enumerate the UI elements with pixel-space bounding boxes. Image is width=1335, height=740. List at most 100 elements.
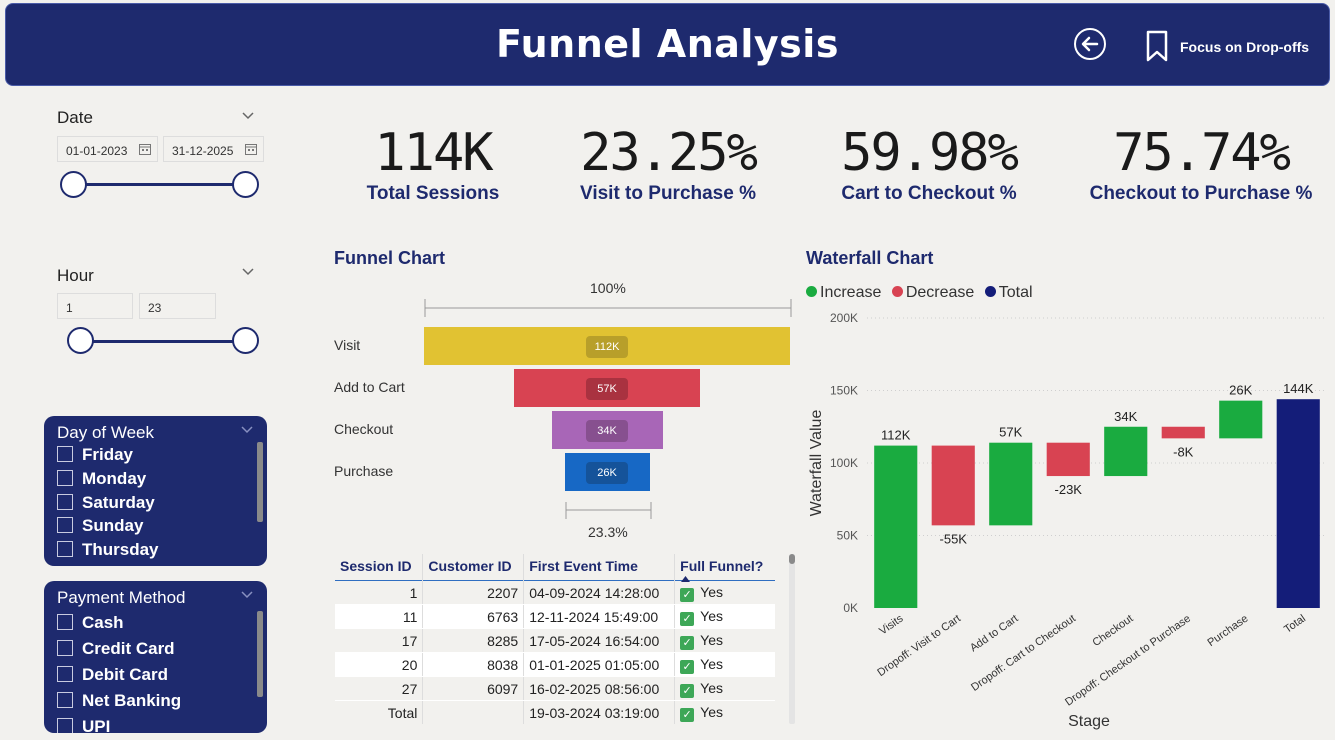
- date-slider-end-handle[interactable]: [232, 171, 259, 198]
- funnel-bar[interactable]: 26K: [564, 453, 650, 491]
- cell-value: Yes: [700, 632, 723, 648]
- table-row[interactable]: 27 6097 16-02-2025 08:56:00 ✓ Yes: [335, 676, 775, 701]
- kpi-value: 75.74%: [1113, 123, 1291, 183]
- date-start-input[interactable]: 01-01-2023: [57, 136, 158, 162]
- check-icon: ✓: [680, 612, 695, 626]
- total-first-event-time: 19-03-2024 03:19:00: [523, 700, 676, 724]
- legend-item-decrease[interactable]: Decrease: [891, 284, 974, 301]
- checkbox[interactable]: [57, 541, 73, 557]
- back-button[interactable]: [1074, 28, 1106, 60]
- table-scrollbar-track[interactable]: [789, 554, 795, 724]
- option-label: Thursday: [82, 540, 159, 559]
- scrollbar[interactable]: [257, 611, 263, 697]
- column-header[interactable]: Full Funnel?: [675, 554, 775, 582]
- hour-slider-end-handle[interactable]: [232, 327, 259, 354]
- day-option[interactable]: Thursday: [57, 540, 159, 562]
- waterfall-bar: [1276, 399, 1320, 608]
- option-label: Credit Card: [82, 639, 175, 658]
- total-label: Total: [335, 700, 424, 724]
- check-icon: ✓: [680, 588, 695, 602]
- funnel-stage-label: Visit: [334, 337, 361, 353]
- funnel-bar[interactable]: 112K: [424, 327, 790, 365]
- cell-session-id: 27: [335, 676, 424, 701]
- chevron-down-icon[interactable]: [242, 112, 254, 120]
- cell-value: Yes: [700, 680, 723, 696]
- table-scrollbar-thumb[interactable]: [789, 554, 795, 564]
- column-header[interactable]: First Event Time: [523, 554, 676, 581]
- date-slider-track[interactable]: [74, 183, 246, 186]
- checkbox[interactable]: [57, 640, 73, 656]
- x-tick-label: Add to Cart: [968, 613, 1020, 655]
- day-option[interactable]: Monday: [57, 469, 146, 491]
- hour-slider-start-handle[interactable]: [67, 327, 94, 354]
- kpi-label: Total Sessions: [366, 183, 500, 204]
- scrollbar[interactable]: [257, 442, 263, 522]
- chevron-down-icon[interactable]: [241, 426, 253, 434]
- kpi-value: 114K: [374, 123, 493, 183]
- day-option[interactable]: Friday: [57, 445, 133, 467]
- cell-value: Yes: [700, 704, 723, 720]
- checkbox[interactable]: [57, 470, 73, 486]
- checkbox[interactable]: [57, 446, 73, 462]
- hour-slider-track[interactable]: [81, 340, 246, 343]
- waterfall-data-label: -8K: [1173, 444, 1194, 459]
- table-row[interactable]: 11 6763 12-11-2024 15:49:00 ✓ Yes: [335, 604, 775, 629]
- cell-first-event-time: 16-02-2025 08:56:00: [523, 676, 676, 701]
- day-option[interactable]: Saturday: [57, 493, 155, 515]
- x-tick-label: Visits: [877, 612, 906, 637]
- date-end-input[interactable]: 31-12-2025: [163, 136, 264, 162]
- chevron-down-icon[interactable]: [241, 591, 253, 599]
- legend-item-increase[interactable]: Increase: [806, 284, 881, 301]
- legend-item-total[interactable]: Total: [984, 284, 1033, 301]
- cell-full-funnel: ✓ Yes: [674, 580, 775, 605]
- waterfall-data-label: -23K: [1055, 482, 1083, 497]
- payment-option[interactable]: Credit Card: [57, 639, 175, 661]
- x-tick-label: Checkout: [1091, 613, 1136, 649]
- table-row[interactable]: 20 8038 01-01-2025 01:05:00 ✓ Yes: [335, 652, 775, 677]
- payment-option[interactable]: UPI: [57, 717, 110, 733]
- calendar-icon[interactable]: [139, 143, 151, 155]
- option-label: Saturday: [82, 493, 155, 512]
- cell-first-event-time: 01-01-2025 01:05:00: [523, 652, 676, 677]
- table-row[interactable]: 1 2207 04-09-2024 14:28:00 ✓ Yes: [335, 580, 775, 605]
- waterfall-chart: 0K 50K 100K 150K 200K Waterfall Value Stage 112…: [808, 311, 1327, 730]
- funnel-bar[interactable]: 34K: [551, 411, 663, 449]
- date-slider-start-handle[interactable]: [60, 171, 87, 198]
- x-tick-label: Purchase: [1206, 613, 1251, 649]
- waterfall-bar: [1219, 400, 1263, 439]
- hour-end-input[interactable]: 23: [139, 293, 216, 319]
- legend-label: Total: [998, 284, 1033, 301]
- y-axis-title: Waterfall Value: [808, 410, 825, 517]
- column-header[interactable]: Session ID: [335, 554, 424, 581]
- y-tick-label: 200K: [830, 311, 858, 325]
- checkbox[interactable]: [57, 494, 73, 510]
- chevron-down-icon[interactable]: [242, 268, 254, 276]
- checkbox[interactable]: [57, 614, 73, 630]
- date-slicer-title: Date: [57, 108, 93, 127]
- check-icon: ✓: [680, 660, 695, 674]
- payment-option[interactable]: Debit Card: [57, 665, 168, 687]
- table-row[interactable]: 17 8285 17-05-2024 16:54:00 ✓ Yes: [335, 628, 775, 653]
- hour-end-value: 23: [148, 301, 162, 315]
- waterfall-data-label: -55K: [940, 531, 968, 546]
- day-option[interactable]: Sunday: [57, 516, 143, 538]
- payment-method-slicer: Payment Method Cash Credit Card Debit Ca…: [44, 581, 267, 733]
- payment-option[interactable]: Net Banking: [57, 691, 181, 713]
- cell-session-id: 1: [335, 580, 424, 605]
- funnel-bar[interactable]: 57K: [514, 369, 700, 407]
- option-label: Sunday: [82, 516, 144, 535]
- checkbox[interactable]: [57, 517, 73, 533]
- waterfall-bar: [1046, 442, 1090, 477]
- funnel-bottom-percent: 23.3%: [588, 524, 628, 540]
- kpi-label: Visit to Purchase %: [580, 183, 756, 204]
- kpi-cart-to-checkout: 59.98% Cart to Checkout %: [820, 125, 1038, 205]
- hour-start-input[interactable]: 1: [57, 293, 133, 319]
- payment-option[interactable]: Cash: [57, 613, 124, 635]
- calendar-icon[interactable]: [245, 143, 257, 155]
- page-title: Funnel Analysis: [496, 22, 839, 66]
- checkbox[interactable]: [57, 718, 73, 733]
- checkbox[interactable]: [57, 666, 73, 682]
- cell-first-event-time: 17-05-2024 16:54:00: [523, 628, 676, 653]
- column-header[interactable]: Customer ID: [422, 554, 525, 581]
- checkbox[interactable]: [57, 692, 73, 708]
